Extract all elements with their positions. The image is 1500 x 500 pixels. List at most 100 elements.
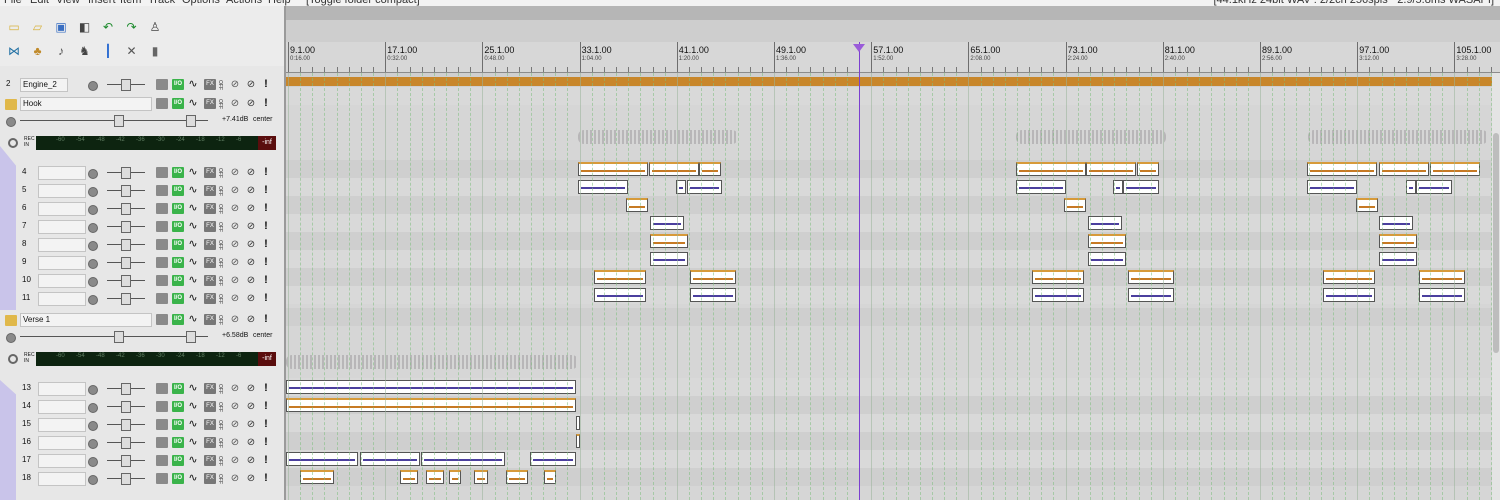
project-settings-icon[interactable]: ◧ [78,20,92,34]
audio-item[interactable] [594,270,646,284]
audio-item[interactable] [578,162,648,176]
audio-item[interactable] [1016,162,1086,176]
pan-fader-knob[interactable] [186,331,196,343]
arrange-view[interactable]: 9.1.00 0:16.00 17.1.00 0:32.00 25.1.00 0:48.0… [286,6,1500,500]
item-grouping-icon[interactable]: ♣ [31,44,45,58]
track-header[interactable]: 10 I/O ∿ FX OFF ⊘ ⊘! [0,272,284,290]
record-arm-button[interactable] [88,475,98,485]
record-arm-button[interactable] [88,403,98,413]
folder-icon[interactable] [156,293,168,304]
phase-icon[interactable]: ⊘ [230,203,240,214]
audio-item[interactable] [1323,288,1375,302]
phase-icon[interactable]: ⊘ [230,473,240,484]
audio-item[interactable] [650,234,688,248]
mute-icon[interactable]: ⊘ [246,419,256,430]
audio-item[interactable] [626,198,648,212]
folder-icon[interactable] [156,221,168,232]
track-name-field[interactable] [38,166,86,180]
solo-icon[interactable]: ! [263,221,269,232]
record-arm-button[interactable] [88,241,98,251]
mute-icon[interactable]: ⊘ [246,239,256,250]
crossfade-icon[interactable]: ✕ [125,44,139,58]
phase-icon[interactable]: ⊘ [230,221,240,232]
mute-icon[interactable]: ⊘ [246,314,256,325]
record-arm-button[interactable] [88,385,98,395]
phase-icon[interactable]: ⊘ [230,79,240,90]
phase-icon[interactable]: ⊘ [230,257,240,268]
folder-icon[interactable] [156,185,168,196]
io-routing-icon[interactable]: I/O [172,437,184,448]
audio-item[interactable] [530,452,576,466]
solo-icon[interactable]: ! [263,257,269,268]
volume-fader-knob[interactable] [121,293,131,305]
envelope-icon[interactable]: ∿ [188,257,198,268]
track-lane[interactable] [286,268,1500,286]
track-header[interactable]: 2 Engine_2 I/O ∿ FX OFF ⊘ ⊘! [0,76,284,94]
volume-fader-knob[interactable] [121,167,131,179]
folder-icon[interactable] [156,473,168,484]
phase-icon[interactable]: ⊘ [230,455,240,466]
volume-fader-knob[interactable] [121,437,131,449]
solo-icon[interactable]: ! [263,79,269,90]
folder-icon[interactable] [156,455,168,466]
solo-icon[interactable]: ! [263,314,269,325]
folder-icon[interactable] [156,257,168,268]
fx-bypass-icon[interactable]: OFF [217,185,225,196]
audio-item[interactable] [286,452,358,466]
mute-icon[interactable]: ⊘ [246,473,256,484]
pan-fader-knob[interactable] [186,115,196,127]
solo-icon[interactable]: ! [263,419,269,430]
audio-item[interactable] [426,470,444,484]
volume-fader-knob[interactable] [121,79,131,91]
volume-fader-knob[interactable] [121,239,131,251]
track-header[interactable]: 17 I/O ∿ FX OFF ⊘ ⊘! [0,452,284,470]
audio-item[interactable] [360,452,420,466]
record-arm-button[interactable] [6,117,16,127]
solo-icon[interactable]: ! [263,473,269,484]
folder-track[interactable]: Hook I/O ∿ FX OFF ⊘ ⊘! [0,94,284,114]
folder-track[interactable]: Verse 1 I/O ∿ FX OFF ⊘ ⊘! [0,310,284,330]
track-lane[interactable] [286,250,1500,268]
folder-icon[interactable] [156,167,168,178]
audio-item[interactable] [1086,162,1136,176]
volume-fader-knob[interactable] [121,203,131,215]
io-routing-icon[interactable]: I/O [172,419,184,430]
io-routing-icon[interactable]: I/O [172,79,184,90]
fx-bypass-icon[interactable]: OFF [217,473,225,484]
track-name-field[interactable] [38,184,86,198]
track-lane[interactable] [286,286,1500,304]
track-lane[interactable] [286,308,1500,326]
solo-icon[interactable]: ! [263,203,269,214]
solo-icon[interactable]: ! [263,185,269,196]
fx-bypass-icon[interactable]: OFF [217,203,225,214]
phase-icon[interactable]: ⊘ [230,314,240,325]
audio-item[interactable] [1406,180,1416,194]
io-routing-icon[interactable]: I/O [172,98,184,109]
volume-fader-knob[interactable] [121,275,131,287]
envelope-icon[interactable]: ∿ [188,383,198,394]
envelope-icon[interactable]: ∿ [188,437,198,448]
folder-track-icon[interactable] [5,315,17,326]
record-arm-button[interactable] [88,421,98,431]
solo-icon[interactable]: ! [263,401,269,412]
record-arm-button[interactable] [88,457,98,467]
fx-bypass-icon[interactable]: OFF [217,221,225,232]
audio-item[interactable] [1123,180,1159,194]
audio-item[interactable] [1064,198,1086,212]
audio-item[interactable] [1356,198,1378,212]
mute-icon[interactable]: ⊘ [246,203,256,214]
track-name-field[interactable] [38,400,86,414]
solo-icon[interactable]: ! [263,437,269,448]
audio-item[interactable] [1032,270,1084,284]
save-project-icon[interactable]: ▣ [54,20,68,34]
record-arm-button[interactable] [88,259,98,269]
fx-bypass-icon[interactable]: OFF [217,437,225,448]
envelope-lock-icon[interactable]: ♞ [78,44,92,58]
fx-bypass-icon[interactable]: OFF [217,455,225,466]
track-name-field[interactable]: Engine_2 [20,78,68,92]
grid-snap-icon[interactable]: ┃ [101,44,115,58]
open-project-icon[interactable]: ▱ [31,20,45,34]
mute-icon[interactable]: ⊘ [246,293,256,304]
track-header[interactable]: 5 I/O ∿ FX OFF ⊘ ⊘! [0,182,284,200]
folder-icon[interactable] [156,401,168,412]
